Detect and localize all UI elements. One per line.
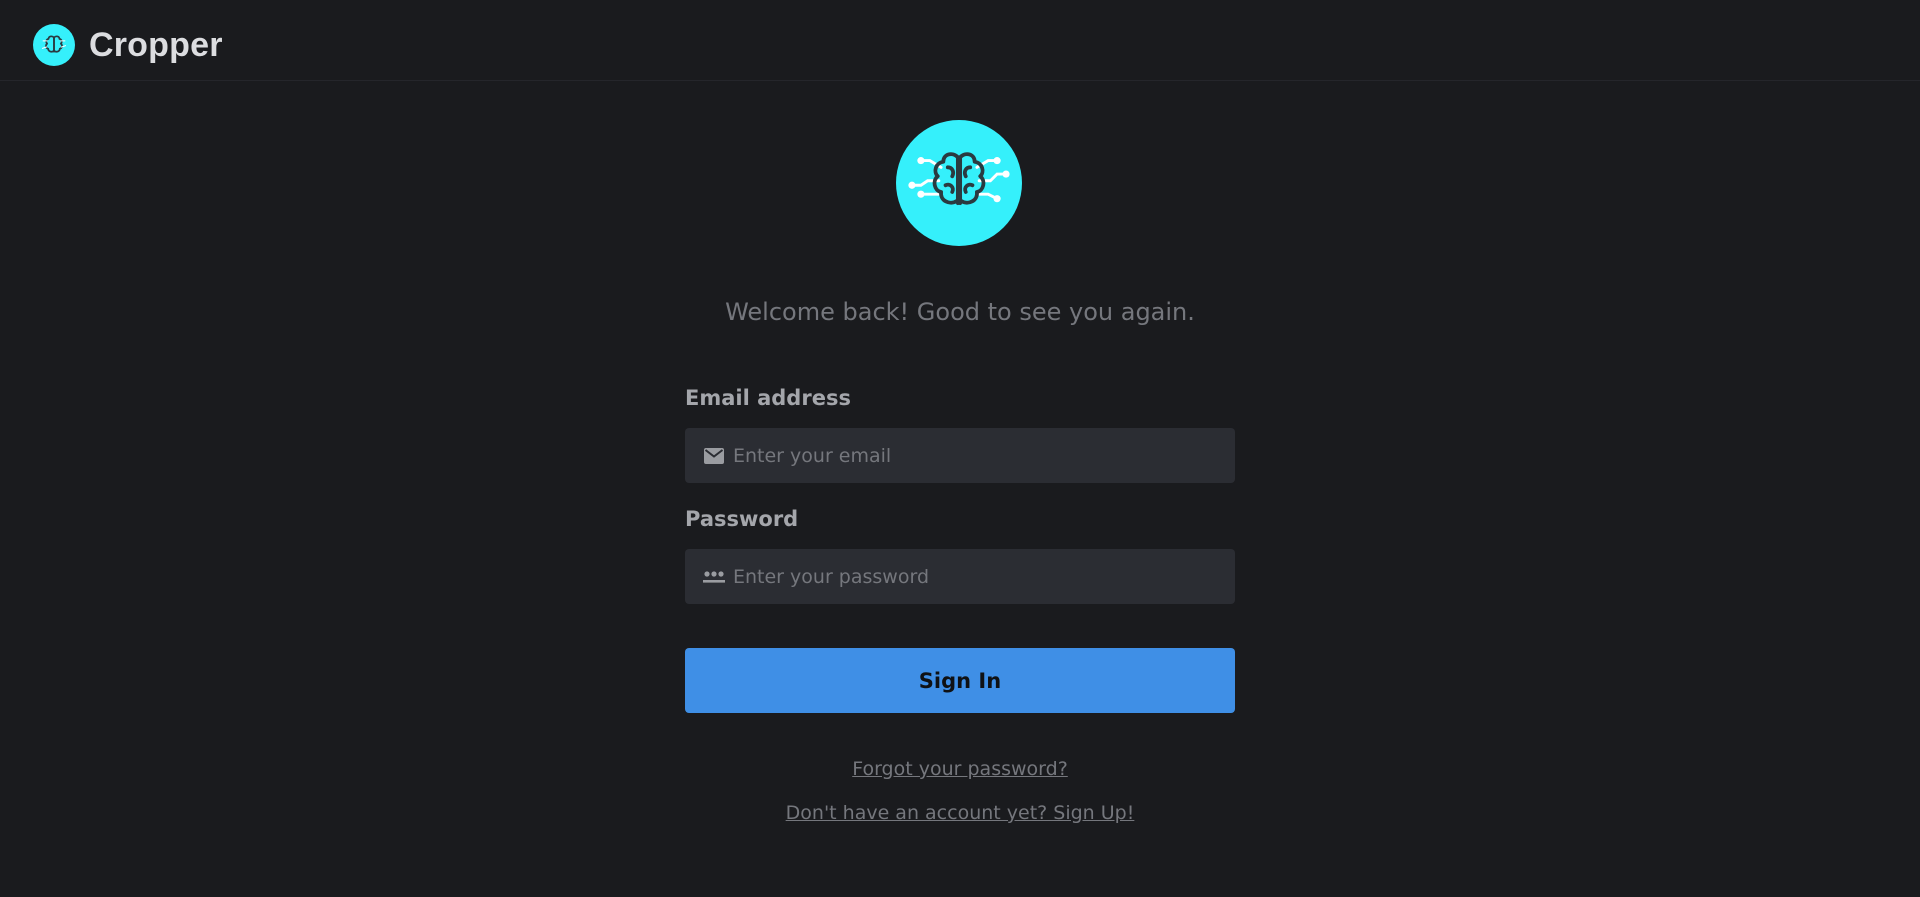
top-bar: Cropper — [0, 0, 1920, 81]
password-label: Password — [685, 507, 799, 531]
forgot-password-link[interactable]: Forgot your password? — [0, 757, 1920, 782]
mail-icon — [703, 447, 725, 465]
email-input[interactable] — [733, 444, 1213, 467]
sign-up-link[interactable]: Don't have an account yet? Sign Up! — [0, 801, 1920, 826]
brain-circuit-icon — [896, 120, 1022, 246]
email-label: Email address — [685, 386, 851, 410]
auth-links: Forgot your password? Don't have an acco… — [0, 757, 1920, 826]
app-name: Cropper — [89, 25, 223, 64]
brand[interactable]: Cropper — [33, 24, 223, 66]
sign-in-form: Email address Password Sign In — [685, 384, 1235, 713]
welcome-message: Welcome back! Good to see you again. — [725, 298, 1195, 326]
email-field[interactable] — [685, 428, 1235, 483]
brain-circuit-icon — [33, 24, 75, 66]
password-input[interactable] — [733, 565, 1213, 588]
password-dots-icon — [703, 568, 725, 586]
sign-in-button[interactable]: Sign In — [685, 648, 1235, 713]
password-field[interactable] — [685, 549, 1235, 604]
